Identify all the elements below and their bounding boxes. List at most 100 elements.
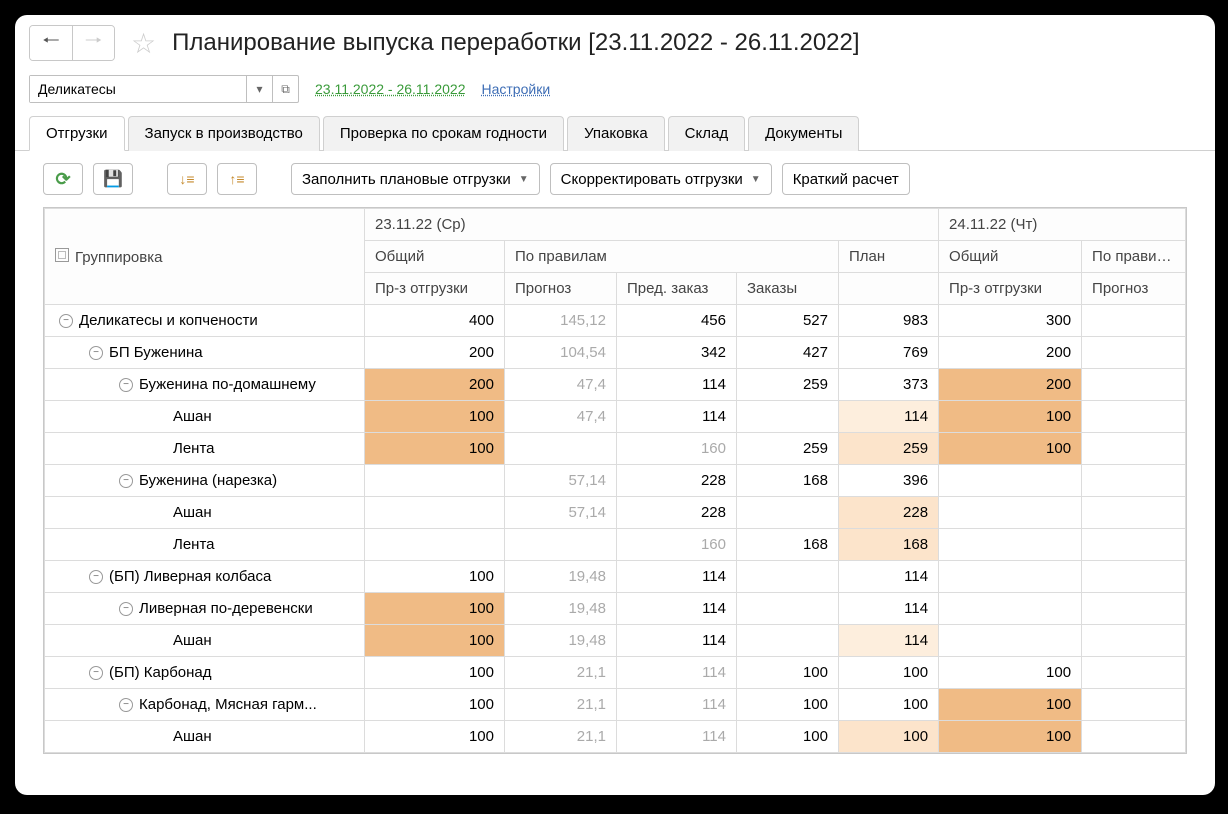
data-cell[interactable] — [737, 497, 839, 529]
tree-label-cell[interactable]: Ашан — [45, 625, 365, 657]
data-cell[interactable]: 114 — [617, 721, 737, 753]
col-byrules[interactable]: По правилам — [505, 241, 839, 273]
data-cell[interactable]: 100 — [939, 433, 1082, 465]
data-cell[interactable]: 100 — [939, 401, 1082, 433]
data-cell[interactable]: 100 — [365, 401, 505, 433]
table-row[interactable]: Лента160168168 — [45, 529, 1186, 561]
data-cell[interactable]: 427 — [737, 337, 839, 369]
data-cell[interactable] — [939, 465, 1082, 497]
data-cell[interactable]: 342 — [617, 337, 737, 369]
data-cell[interactable]: 57,14 — [505, 465, 617, 497]
data-cell[interactable]: 114 — [839, 593, 939, 625]
tree-label-cell[interactable]: Лента — [45, 433, 365, 465]
col-plan[interactable]: План — [839, 241, 939, 273]
table-row[interactable]: Ашан10019,48114114 — [45, 625, 1186, 657]
quick-calc-button[interactable]: Краткий расчет — [782, 163, 910, 195]
data-cell[interactable]: 200 — [939, 337, 1082, 369]
data-cell[interactable]: 168 — [839, 529, 939, 561]
tree-label-cell[interactable]: Ашан — [45, 721, 365, 753]
data-cell[interactable]: 114 — [617, 593, 737, 625]
data-cell[interactable]: 100 — [939, 721, 1082, 753]
tree-label-cell[interactable]: Ашан — [45, 401, 365, 433]
data-cell[interactable]: 100 — [939, 657, 1082, 689]
data-cell[interactable]: 259 — [737, 433, 839, 465]
sort-asc-button[interactable]: ↓≡ — [167, 163, 207, 195]
data-cell[interactable] — [1082, 721, 1186, 753]
data-cell[interactable] — [1082, 465, 1186, 497]
data-cell[interactable] — [1082, 433, 1186, 465]
tree-label-cell[interactable]: Ашан — [45, 497, 365, 529]
data-cell[interactable] — [1082, 625, 1186, 657]
tree-label-cell[interactable]: −Ливерная по-деревенски — [45, 593, 365, 625]
collapse-icon[interactable]: − — [89, 346, 103, 360]
table-row[interactable]: −(БП) Ливерная колбаса10019,48114114 — [45, 561, 1186, 593]
data-cell[interactable]: 100 — [365, 689, 505, 721]
collapse-icon[interactable]: − — [89, 666, 103, 680]
data-cell[interactable]: 21,1 — [505, 689, 617, 721]
data-cell[interactable]: 19,48 — [505, 561, 617, 593]
category-combo[interactable]: ▾ ⧉ — [29, 75, 299, 103]
data-cell[interactable] — [365, 465, 505, 497]
col-forecast[interactable]: Прогноз — [505, 273, 617, 305]
tree-label-cell[interactable]: −(БП) Карбонад — [45, 657, 365, 689]
data-cell[interactable] — [737, 401, 839, 433]
table-row[interactable]: Ашан10021,1114100100100 — [45, 721, 1186, 753]
data-cell[interactable]: 168 — [737, 529, 839, 561]
data-cell[interactable] — [1082, 369, 1186, 401]
sort-desc-button[interactable]: ↑≡ — [217, 163, 257, 195]
collapse-icon[interactable]: − — [119, 474, 133, 488]
data-cell[interactable] — [365, 529, 505, 561]
data-cell[interactable] — [737, 593, 839, 625]
data-cell[interactable]: 100 — [365, 625, 505, 657]
tree-label-cell[interactable]: −БП Буженина — [45, 337, 365, 369]
data-cell[interactable]: 47,4 — [505, 401, 617, 433]
data-cell[interactable]: 114 — [617, 689, 737, 721]
tree-label-cell[interactable]: −Буженина (нарезка) — [45, 465, 365, 497]
table-row[interactable]: −Карбонад, Мясная гарм...10021,111410010… — [45, 689, 1186, 721]
data-cell[interactable] — [939, 593, 1082, 625]
collapse-icon[interactable]: − — [119, 698, 133, 712]
col-orders[interactable]: Заказы — [737, 273, 839, 305]
col-total-2[interactable]: Общий — [939, 241, 1082, 273]
data-cell[interactable] — [1082, 593, 1186, 625]
tab-warehouse[interactable]: Склад — [668, 116, 745, 151]
col-forecast-ship-2[interactable]: Пр-з отгрузки — [939, 273, 1082, 305]
data-cell[interactable] — [1082, 657, 1186, 689]
data-cell[interactable] — [1082, 529, 1186, 561]
date-range-link[interactable]: 23.11.2022 - 26.11.2022 — [315, 81, 466, 97]
table-row[interactable]: −Деликатесы и копчености400145,124565279… — [45, 305, 1186, 337]
col-forecast-ship[interactable]: Пр-з отгрузки — [365, 273, 505, 305]
data-cell[interactable]: 769 — [839, 337, 939, 369]
tree-label-cell[interactable]: −Деликатесы и копчености — [45, 305, 365, 337]
data-cell[interactable]: 100 — [365, 657, 505, 689]
back-button[interactable]: 🠐 — [30, 26, 72, 60]
data-cell[interactable]: 114 — [617, 401, 737, 433]
data-cell[interactable] — [939, 529, 1082, 561]
data-cell[interactable]: 228 — [839, 497, 939, 529]
table-row[interactable]: Ашан57,14228228 — [45, 497, 1186, 529]
tree-label-cell[interactable]: −Буженина по-домашнему — [45, 369, 365, 401]
adjust-shipments-button[interactable]: Скорректировать отгрузки ▼ — [550, 163, 772, 195]
data-cell[interactable]: 160 — [617, 529, 737, 561]
data-cell[interactable]: 57,14 — [505, 497, 617, 529]
data-cell[interactable] — [939, 497, 1082, 529]
col-byrules-2[interactable]: По правилам — [1082, 241, 1186, 273]
data-cell[interactable]: 100 — [365, 561, 505, 593]
collapse-icon[interactable]: − — [89, 570, 103, 584]
data-cell[interactable]: 114 — [617, 657, 737, 689]
tab-expiry[interactable]: Проверка по срокам годности — [323, 116, 564, 151]
data-cell[interactable]: 100 — [737, 689, 839, 721]
col-forecast-2[interactable]: Прогноз — [1082, 273, 1186, 305]
data-cell[interactable]: 100 — [365, 593, 505, 625]
data-cell[interactable]: 114 — [839, 625, 939, 657]
data-cell[interactable] — [1082, 689, 1186, 721]
data-cell[interactable]: 145,12 — [505, 305, 617, 337]
tab-documents[interactable]: Документы — [748, 116, 859, 151]
data-cell[interactable] — [1082, 497, 1186, 529]
tree-label-cell[interactable]: Лента — [45, 529, 365, 561]
data-cell[interactable]: 114 — [617, 369, 737, 401]
data-cell[interactable] — [737, 561, 839, 593]
collapse-icon[interactable]: − — [59, 314, 73, 328]
data-cell[interactable]: 100 — [939, 689, 1082, 721]
tab-launch[interactable]: Запуск в производство — [128, 116, 320, 151]
